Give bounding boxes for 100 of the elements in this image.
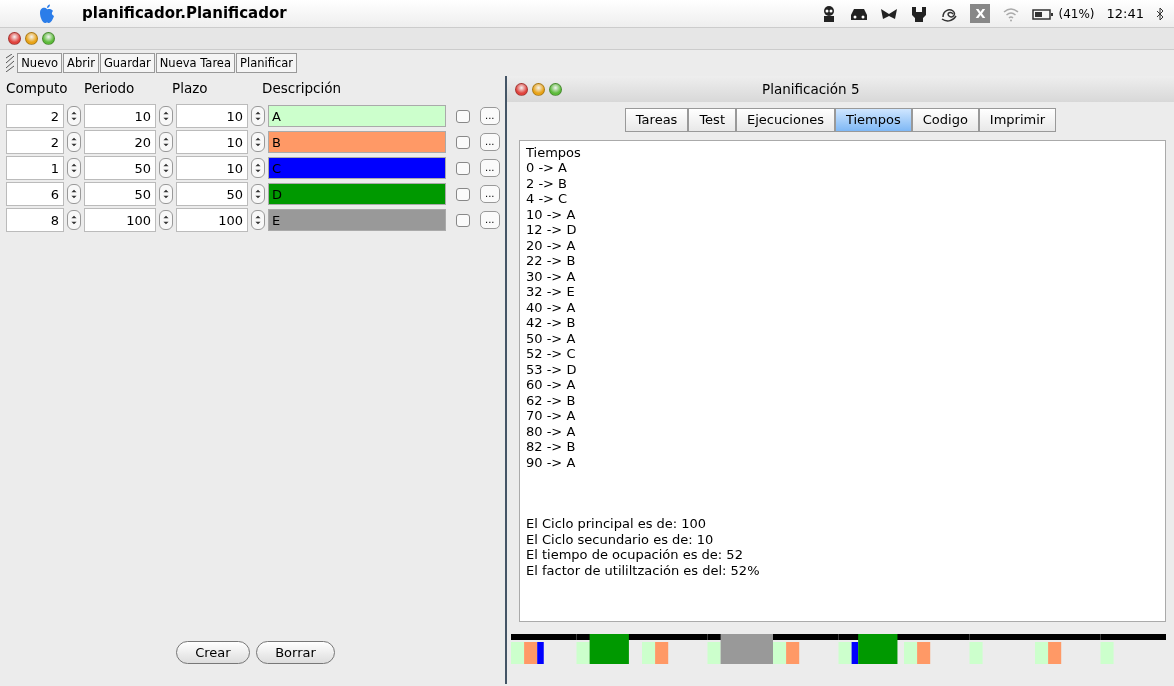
output-line: 50 -> A (526, 330, 577, 346)
output-line: 80 -> A (526, 423, 577, 439)
output-line: 4 -> C (526, 191, 569, 207)
description-field[interactable]: B (268, 131, 446, 154)
toolbar-button[interactable]: Nueva Tarea (155, 53, 235, 73)
stepper-control[interactable] (251, 158, 265, 179)
ellipsis-button[interactable]: ... (480, 133, 500, 152)
number-field[interactable]: 50 (176, 182, 248, 207)
stepper-control[interactable] (159, 132, 173, 153)
number-field[interactable]: 100 (176, 208, 248, 233)
stepper-control[interactable] (251, 106, 265, 127)
tab[interactable]: Codigo (911, 108, 979, 132)
output-line: 70 -> A (526, 408, 577, 424)
stepper-control[interactable] (251, 210, 265, 231)
output-line: 60 -> A (526, 377, 577, 393)
description-field[interactable]: E (268, 209, 446, 232)
output-line: 90 -> A (526, 454, 577, 470)
app-name[interactable]: planificador.Planificador (82, 2, 287, 25)
output-line: 40 -> A (526, 299, 577, 315)
output-line: 62 -> B (526, 392, 577, 408)
tab[interactable]: Test (688, 108, 736, 132)
stepper-control[interactable] (67, 132, 81, 153)
grip-icon (6, 54, 14, 72)
stepper-control[interactable] (67, 106, 81, 127)
summary-line: El Ciclo principal es de: 100 (526, 516, 708, 532)
push-button[interactable]: Crear (176, 640, 250, 664)
wrench-icon[interactable] (910, 4, 929, 23)
checkbox[interactable] (456, 213, 470, 227)
output-line: 10 -> A (526, 206, 577, 222)
column-header: Plazo (172, 78, 209, 98)
output-line: 32 -> E (526, 284, 576, 300)
output-line: 52 -> C (526, 346, 577, 362)
output-line: 42 -> B (526, 315, 577, 331)
output-line: 0 -> A (526, 160, 568, 176)
number-field[interactable]: 10 (176, 156, 248, 181)
description-field[interactable]: D (268, 183, 446, 206)
column-header: Descripción (262, 78, 343, 98)
stepper-control[interactable] (67, 158, 81, 179)
push-button[interactable]: Borrar (256, 640, 335, 664)
output-line: 12 -> D (526, 222, 578, 238)
summary-line: El tiempo de ocupación es de: 52 (526, 547, 744, 563)
apple-icon[interactable] (38, 3, 56, 24)
tab[interactable]: Imprimir (978, 108, 1057, 132)
stepper-control[interactable] (159, 184, 173, 205)
number-field[interactable]: 2 (6, 104, 64, 129)
window-title: Planificación 5 (762, 79, 860, 99)
output-line: 82 -> B (526, 439, 577, 455)
number-field[interactable]: 6 (6, 182, 64, 207)
checkbox[interactable] (456, 135, 470, 149)
close-button[interactable] (515, 82, 528, 96)
output-line: 22 -> B (526, 253, 577, 269)
number-field[interactable]: 8 (6, 208, 64, 233)
ellipsis-button[interactable]: ... (480, 159, 500, 178)
stepper-control[interactable] (67, 210, 81, 231)
column-header: Computo (6, 78, 69, 98)
stepper-control[interactable] (159, 158, 173, 179)
minimize-button[interactable] (25, 32, 38, 45)
zoom-button[interactable] (42, 32, 55, 45)
number-field[interactable]: 50 (84, 182, 156, 207)
summary-line: El Ciclo secundario es de: 10 (526, 531, 715, 547)
stepper-control[interactable] (159, 106, 173, 127)
output-line: 53 -> D (526, 361, 578, 377)
number-field[interactable]: 50 (84, 156, 156, 181)
zoom-button[interactable] (549, 82, 562, 96)
number-field[interactable]: 10 (176, 104, 248, 129)
tab[interactable]: Tareas (624, 108, 689, 132)
clock[interactable]: 12:41 (1106, 3, 1144, 24)
output-line: 20 -> A (526, 237, 577, 253)
output-line: 2 -> B (526, 175, 569, 191)
stepper-control[interactable] (159, 210, 173, 231)
toolbar-button[interactable]: Nuevo (17, 53, 63, 73)
stepper-control[interactable] (251, 132, 265, 153)
battery-percent: (41%) (1058, 5, 1095, 23)
output-line: 30 -> A (526, 268, 577, 284)
close-button[interactable] (8, 32, 21, 45)
number-field[interactable]: 10 (176, 130, 248, 155)
minimize-button[interactable] (532, 82, 545, 96)
number-field[interactable]: 2 (6, 130, 64, 155)
tab[interactable]: Tiempos (834, 108, 912, 132)
bluetooth-icon[interactable] (1156, 6, 1164, 21)
checkbox[interactable] (456, 109, 470, 123)
toolbar-button[interactable]: Guardar (99, 53, 155, 73)
ellipsis-button[interactable]: ... (480, 107, 500, 126)
number-field[interactable]: 100 (84, 208, 156, 233)
description-field[interactable]: A (268, 105, 446, 128)
checkbox[interactable] (456, 161, 470, 175)
stepper-control[interactable] (251, 184, 265, 205)
tab[interactable]: Ejecuciones (736, 108, 835, 132)
ellipsis-button[interactable]: ... (480, 185, 500, 204)
summary-line: El factor de utililtzación es del: 52% (526, 562, 761, 578)
number-field[interactable]: 10 (84, 104, 156, 129)
stepper-control[interactable] (67, 184, 81, 205)
number-field[interactable]: 20 (84, 130, 156, 155)
toolbar-button[interactable]: Abrir (63, 53, 99, 73)
checkbox[interactable] (456, 187, 470, 201)
toolbar-button[interactable]: Planificar (236, 53, 297, 73)
ellipsis-button[interactable]: ... (480, 211, 500, 230)
number-field[interactable]: 1 (6, 156, 64, 181)
column-header: Periodo (84, 78, 136, 98)
x-status-icon[interactable]: X (970, 3, 991, 24)
